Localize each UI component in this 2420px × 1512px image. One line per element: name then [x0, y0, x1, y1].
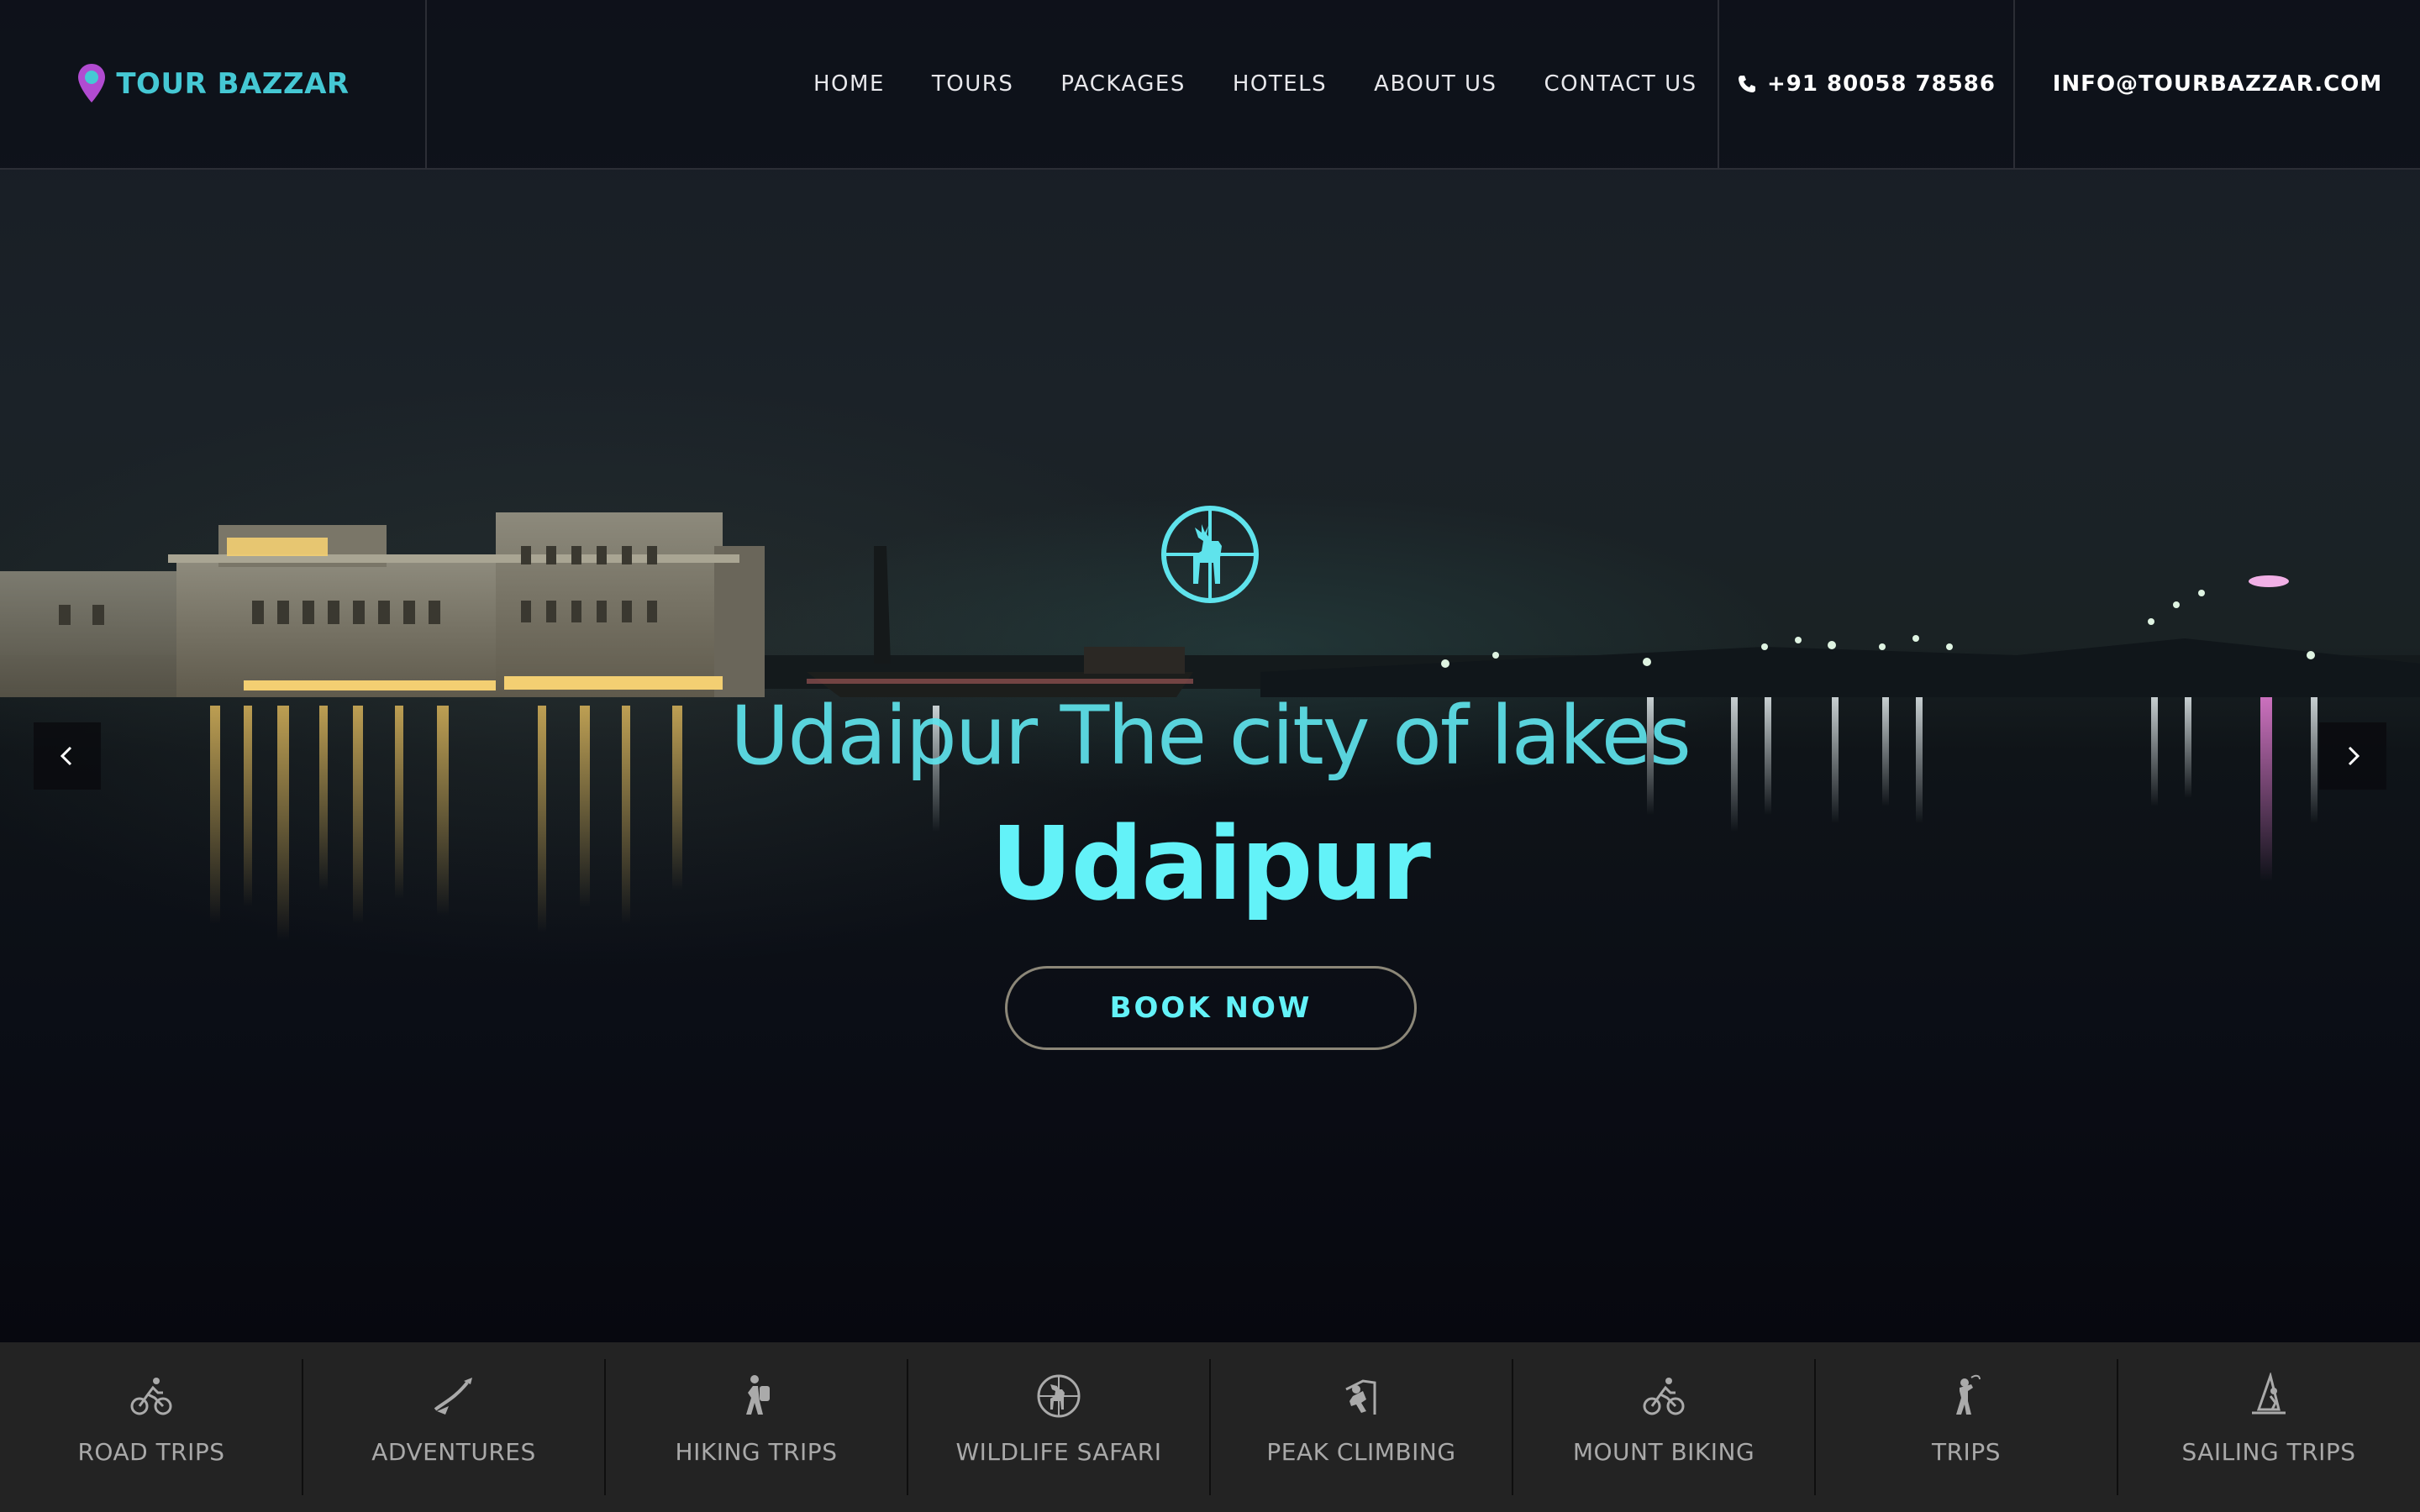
cyclist-icon: [130, 1378, 172, 1415]
boat-silhouette: [807, 546, 1193, 697]
windsurf-icon: [2252, 1373, 2286, 1415]
hero-title: Udaipur: [991, 806, 1431, 923]
palace-building: [0, 512, 765, 697]
category-trips[interactable]: TRIPS: [1814, 1342, 2118, 1512]
golfer-icon: [1956, 1374, 1981, 1415]
category-mount-biking[interactable]: MOUNT BIKING: [1512, 1342, 1815, 1512]
site-header: TOUR BAZZAR HOME TOURS PACKAGES HOTELS A…: [0, 0, 2420, 170]
category-label: MOUNT BIKING: [1572, 1438, 1755, 1466]
category-hiking-trips[interactable]: HIKING TRIPS: [604, 1342, 908, 1512]
category-adventures[interactable]: ADVENTURES: [302, 1342, 605, 1512]
nav-contact-us[interactable]: CONTACT US: [1544, 71, 1697, 97]
category-label: WILDLIFE SAFARI: [955, 1438, 1162, 1466]
phone-icon: [1739, 76, 1755, 92]
book-now-button[interactable]: BOOK NOW: [1005, 966, 1417, 1050]
phone-contact[interactable]: +91 80058 78586: [1718, 0, 2015, 168]
category-sailing-trips[interactable]: SAILING TRIPS: [2117, 1342, 2420, 1512]
deer-crosshair-icon: [1161, 506, 1259, 603]
cyclist-icon: [1643, 1378, 1685, 1415]
map-pin-icon: [78, 64, 106, 102]
phone-number: +91 80058 78586: [1767, 71, 1996, 97]
brand-name: TOUR BAZZAR: [116, 67, 350, 101]
category-label: PEAK CLIMBING: [1266, 1438, 1456, 1466]
chevron-left-icon: [60, 746, 72, 766]
category-label: ROAD TRIPS: [77, 1438, 225, 1466]
nav-hotels[interactable]: HOTELS: [1233, 71, 1327, 97]
hero-subtitle: Udaipur The city of lakes: [730, 689, 1691, 783]
slider-next-button[interactable]: [2319, 722, 2386, 790]
climber-icon: [1345, 1379, 1376, 1415]
nav-tours[interactable]: TOURS: [932, 71, 1013, 97]
hero-slide: [0, 0, 2420, 1342]
main-nav: HOME TOURS PACKAGES HOTELS ABOUT US CONT…: [790, 0, 1721, 168]
email-address: INFO@TOURBAZZAR.COM: [2052, 71, 2383, 97]
email-contact[interactable]: INFO@TOURBAZZAR.COM: [2015, 0, 2420, 168]
canoe-icon: [434, 1378, 472, 1415]
hiker-icon: [746, 1375, 770, 1415]
night-lake-background: [0, 512, 2420, 941]
brand-logo[interactable]: TOUR BAZZAR: [0, 0, 427, 168]
deer-crosshair-icon: [1037, 1374, 1081, 1418]
category-wildlife-safari[interactable]: WILDLIFE SAFARI: [907, 1342, 1210, 1512]
trip-category-bar: ROAD TRIPS ADVENTURES HIKING TRIPS WILDL…: [0, 1342, 2420, 1512]
nav-packages[interactable]: PACKAGES: [1060, 71, 1186, 97]
category-peak-climbing[interactable]: PEAK CLIMBING: [1209, 1342, 1512, 1512]
category-label: HIKING TRIPS: [675, 1438, 838, 1466]
nav-home[interactable]: HOME: [813, 71, 885, 97]
category-road-trips[interactable]: ROAD TRIPS: [0, 1342, 302, 1512]
category-label: TRIPS: [1932, 1438, 2001, 1466]
slider-prev-button[interactable]: [34, 722, 101, 790]
chevron-right-icon: [2348, 746, 2360, 766]
nav-about-us[interactable]: ABOUT US: [1374, 71, 1497, 97]
category-label: ADVENTURES: [371, 1438, 536, 1466]
category-label: SAILING TRIPS: [2181, 1438, 2356, 1466]
